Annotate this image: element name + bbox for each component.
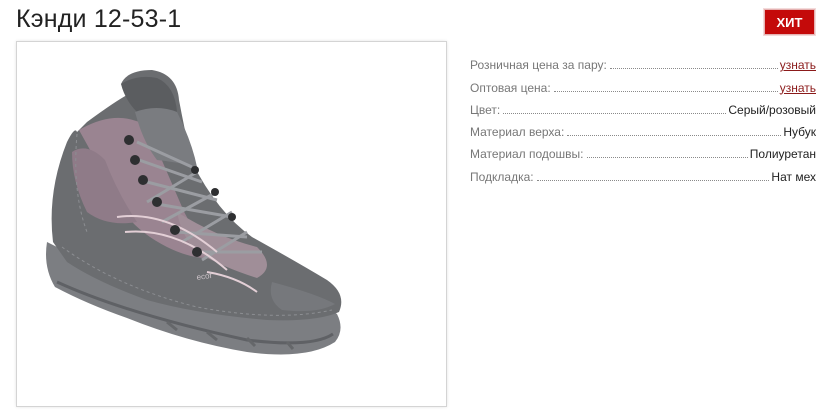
dotted-leader	[536, 179, 770, 181]
spec-row-wholesale-price: Оптовая цена: узнать	[470, 72, 816, 95]
retail-price-link[interactable]: узнать	[780, 58, 816, 72]
spec-row-upper-material: Материал верха: Нубук	[470, 117, 816, 139]
product-title: Кэнди 12-53-1	[16, 5, 182, 33]
dotted-leader	[503, 112, 727, 114]
dotted-leader	[553, 90, 778, 92]
dotted-leader	[609, 67, 778, 70]
product-specs: Розничная цена за пару: узнать Оптовая ц…	[470, 50, 816, 184]
hit-badge: ХИТ	[764, 9, 815, 35]
spec-row-color: Цвет: Серый/розовый	[470, 95, 816, 117]
spec-label: Материал подошвы:	[470, 147, 584, 162]
spec-row-retail-price: Розничная цена за пару: узнать	[470, 50, 816, 72]
dotted-leader	[567, 134, 782, 137]
spec-row-lining: Подкладка: Нат мех	[470, 161, 816, 184]
spec-row-sole-material: Материал подошвы: Полиуретан	[470, 139, 816, 161]
product-image-frame[interactable]: ecof	[16, 41, 447, 407]
spec-value: Полиуретан	[749, 147, 816, 162]
dotted-leader	[586, 156, 748, 159]
spec-label: Оптовая цена:	[470, 80, 551, 95]
spec-value: Нубук	[783, 125, 816, 140]
spec-label: Материал верха:	[470, 125, 565, 140]
spec-value: Серый/розовый	[728, 102, 816, 117]
product-image[interactable]: ecof	[17, 42, 446, 406]
wholesale-price-link[interactable]: узнать	[780, 81, 816, 95]
spec-value: Нат мех	[771, 169, 816, 184]
spec-label: Подкладка:	[470, 169, 534, 184]
spec-label: Цвет:	[470, 102, 501, 117]
spec-label: Розничная цена за пару:	[470, 58, 607, 73]
